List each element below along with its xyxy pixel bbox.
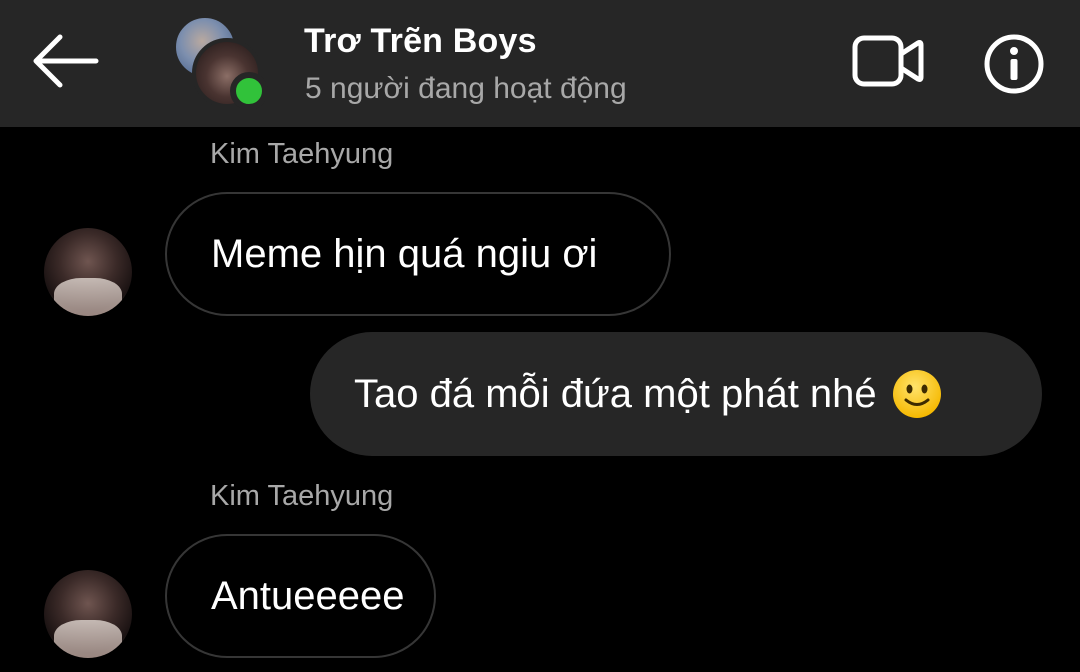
sender-avatar[interactable] xyxy=(44,228,132,316)
group-avatar[interactable] xyxy=(172,14,272,114)
message-bubble-incoming[interactable]: Meme hịn quá ngiu ơi xyxy=(165,192,671,316)
chat-title[interactable]: Trơ Trẽn Boys xyxy=(304,22,537,61)
message-text: Antueeeee xyxy=(211,573,405,618)
active-status: 5 người đang hoạt động xyxy=(305,72,627,105)
message-bubble-outgoing[interactable]: Tao đá mỗi đứa một phát nhé xyxy=(310,332,1042,456)
chat-screen: Trơ Trẽn Boys 5 người đang hoạt động Kim… xyxy=(0,0,1080,672)
video-camera-icon xyxy=(852,35,924,87)
back-button[interactable] xyxy=(28,30,102,92)
message-text: Meme hịn quá ngiu ơi xyxy=(211,231,598,276)
sender-name: Kim Taehyung xyxy=(210,138,394,170)
online-status-dot xyxy=(230,72,268,110)
sender-name: Kim Taehyung xyxy=(210,480,394,512)
message-text: Tao đá mỗi đứa một phát nhé xyxy=(354,371,877,416)
info-button[interactable] xyxy=(982,32,1046,96)
slightly-smiling-face-icon xyxy=(892,370,941,418)
video-call-button[interactable] xyxy=(850,32,926,92)
chat-header: Trơ Trẽn Boys 5 người đang hoạt động xyxy=(0,0,1080,127)
info-icon xyxy=(984,34,1044,94)
sender-avatar[interactable] xyxy=(44,570,132,658)
message-bubble-incoming[interactable]: Antueeeee xyxy=(165,534,436,658)
arrow-left-icon xyxy=(33,34,99,88)
